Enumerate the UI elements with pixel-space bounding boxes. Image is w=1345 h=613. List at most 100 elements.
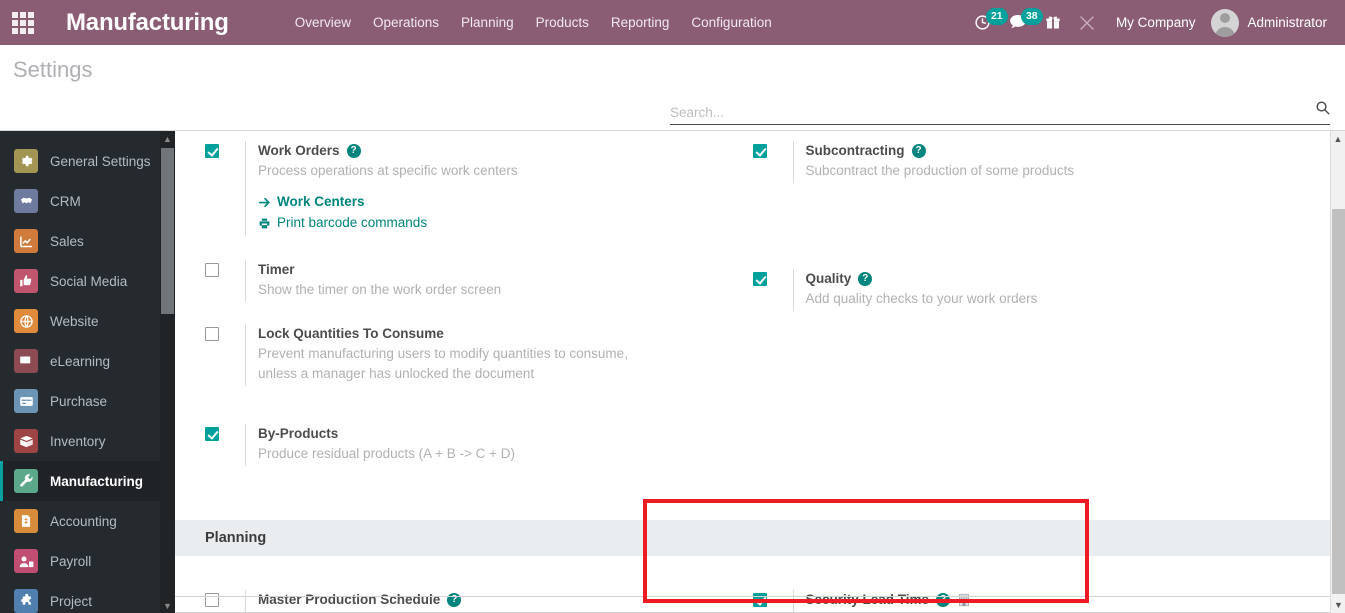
sidebar-item-label: Manufacturing bbox=[50, 473, 143, 489]
menu-item-overview[interactable]: Overview bbox=[284, 0, 362, 45]
lock-quantities-checkbox[interactable] bbox=[205, 327, 219, 341]
help-icon[interactable]: ? bbox=[447, 592, 462, 607]
scroll-down-icon[interactable]: ▼ bbox=[160, 598, 175, 613]
main-menu: Overview Operations Planning Products Re… bbox=[284, 0, 783, 45]
content-scrollbar-thumb[interactable] bbox=[1332, 209, 1345, 594]
settings-content: Work Orders ? Process operations at spec… bbox=[175, 131, 1345, 613]
activities-menu[interactable]: 21 bbox=[965, 0, 1008, 45]
search-bar bbox=[670, 100, 1330, 125]
subcontracting-checkbox[interactable] bbox=[752, 144, 767, 158]
company-switcher[interactable]: My Company bbox=[1104, 15, 1208, 30]
gear-icon bbox=[14, 149, 38, 173]
sidebar-item-accounting[interactable]: Accounting bbox=[0, 501, 175, 541]
tools-icon[interactable] bbox=[1070, 0, 1104, 45]
menu-item-operations[interactable]: Operations bbox=[362, 0, 450, 45]
sidebar-item-social-media[interactable]: Social Media bbox=[0, 261, 175, 301]
box-icon bbox=[14, 429, 38, 453]
control-panel: Settings SAVE DISCARD bbox=[0, 45, 1345, 166]
operations-settings-grid: Work Orders ? Process operations at spec… bbox=[175, 131, 1330, 470]
search-icon[interactable] bbox=[1315, 100, 1330, 120]
user-name-label: Administrator bbox=[1247, 15, 1327, 30]
gift-icon[interactable] bbox=[1036, 0, 1070, 45]
settings-body: General Settings CRM Sales Social Media bbox=[0, 131, 1345, 613]
help-icon[interactable]: ? bbox=[911, 143, 926, 158]
sidebar-item-label: General Settings bbox=[50, 153, 151, 169]
operations-left-column: Work Orders ? Process operations at spec… bbox=[205, 131, 753, 470]
help-icon[interactable]: ? bbox=[346, 143, 361, 158]
sidebar-item-label: Inventory bbox=[50, 433, 106, 449]
presentation-icon bbox=[14, 349, 38, 373]
globe-icon bbox=[14, 309, 38, 333]
setting-title: Work Orders bbox=[258, 143, 340, 158]
page-title: Settings bbox=[13, 57, 93, 82]
menu-item-reporting[interactable]: Reporting bbox=[600, 0, 681, 45]
scroll-down-icon[interactable]: ▼ bbox=[1331, 597, 1345, 613]
sidebar-item-manufacturing[interactable]: Manufacturing bbox=[0, 461, 175, 501]
sidebar-item-label: Accounting bbox=[50, 513, 117, 529]
menu-item-products[interactable]: Products bbox=[525, 0, 600, 45]
setting-description: Process operations at specific work cent… bbox=[258, 163, 518, 178]
work-centers-link[interactable]: Work Centers bbox=[258, 192, 753, 212]
scroll-up-icon[interactable]: ▲ bbox=[1331, 131, 1345, 147]
puzzle-icon bbox=[14, 589, 38, 613]
search-input[interactable] bbox=[670, 105, 1309, 120]
sidebar-item-elearning[interactable]: eLearning bbox=[0, 341, 175, 381]
quality-checkbox[interactable] bbox=[752, 272, 767, 286]
content-scrollbar[interactable]: ▲ ▼ bbox=[1330, 131, 1345, 613]
messages-menu[interactable]: 38 bbox=[1000, 0, 1043, 45]
app-brand-title[interactable]: Manufacturing bbox=[66, 9, 229, 37]
print-barcode-link[interactable]: Print barcode commands bbox=[258, 213, 753, 233]
sidebar-item-label: Social Media bbox=[50, 273, 128, 289]
setting-links: Work Centers Print barcode commands bbox=[258, 192, 753, 233]
arrow-right-icon bbox=[258, 196, 271, 209]
settings-sidebar: General Settings CRM Sales Social Media bbox=[0, 131, 175, 613]
systray: 21 38 My Company Administrator bbox=[965, 0, 1345, 45]
setting-timer: Timer Show the timer on the work order s… bbox=[205, 250, 753, 302]
sidebar-item-label: Website bbox=[50, 313, 99, 329]
content-divider bbox=[175, 596, 1330, 597]
setting-description: Prevent manufacturing users to modify qu… bbox=[258, 346, 628, 381]
sidebar-item-general-settings[interactable]: General Settings bbox=[0, 141, 175, 181]
sidebar-item-purchase[interactable]: Purchase bbox=[0, 381, 175, 421]
setting-description: Show the timer on the work order screen bbox=[258, 282, 502, 297]
sidebar-item-label: CRM bbox=[50, 193, 81, 209]
user-menu[interactable]: Administrator bbox=[1207, 8, 1337, 37]
work-orders-checkbox[interactable] bbox=[205, 144, 219, 158]
company-building-icon[interactable] bbox=[957, 593, 971, 607]
sidebar-item-label: Payroll bbox=[50, 553, 92, 569]
setting-title: Lock Quantities To Consume bbox=[258, 326, 444, 341]
setting-title: Security Lead Time bbox=[805, 592, 930, 607]
sidebar-item-sales[interactable]: Sales bbox=[0, 221, 175, 261]
help-icon[interactable]: ? bbox=[858, 271, 873, 286]
help-icon[interactable]: ? bbox=[936, 592, 951, 607]
sidebar-item-inventory[interactable]: Inventory bbox=[0, 421, 175, 461]
by-products-checkbox[interactable] bbox=[205, 427, 219, 441]
sidebar-scrollbar[interactable]: ▲ ▼ bbox=[160, 131, 175, 613]
wrench-icon bbox=[14, 469, 38, 493]
menu-item-configuration[interactable]: Configuration bbox=[680, 0, 782, 45]
setting-description: Subcontract the production of some produ… bbox=[805, 163, 1075, 178]
card-icon bbox=[14, 389, 38, 413]
sidebar-scrollbar-thumb[interactable] bbox=[161, 148, 174, 314]
sidebar-item-payroll[interactable]: Payroll bbox=[0, 541, 175, 581]
setting-description: Produce residual products (A + B -> C + … bbox=[258, 446, 515, 461]
setting-title: Subcontracting bbox=[805, 143, 905, 158]
top-navigation-bar: Manufacturing Overview Operations Planni… bbox=[0, 0, 1345, 45]
sidebar-item-crm[interactable]: CRM bbox=[0, 181, 175, 221]
setting-work-orders: Work Orders ? Process operations at spec… bbox=[205, 131, 753, 236]
menu-item-planning[interactable]: Planning bbox=[450, 0, 525, 45]
link-label: Print barcode commands bbox=[277, 215, 428, 230]
sidebar-item-label: Sales bbox=[50, 233, 84, 249]
user-card-icon bbox=[14, 549, 38, 573]
apps-grid-icon[interactable] bbox=[0, 0, 46, 45]
setting-quality: Quality ? Add quality checks to your wor… bbox=[752, 259, 1301, 311]
setting-subcontracting: Subcontracting ? Subcontract the product… bbox=[752, 131, 1301, 183]
timer-checkbox[interactable] bbox=[205, 263, 219, 277]
handshake-icon bbox=[14, 189, 38, 213]
setting-title: Timer bbox=[258, 262, 295, 277]
sidebar-item-project[interactable]: Project bbox=[0, 581, 175, 613]
setting-by-products: By-Products Produce residual products (A… bbox=[205, 414, 753, 466]
scroll-up-icon[interactable]: ▲ bbox=[160, 131, 175, 146]
sidebar-item-website[interactable]: Website bbox=[0, 301, 175, 341]
setting-lock-quantities: Lock Quantities To Consume Prevent manuf… bbox=[205, 314, 753, 386]
